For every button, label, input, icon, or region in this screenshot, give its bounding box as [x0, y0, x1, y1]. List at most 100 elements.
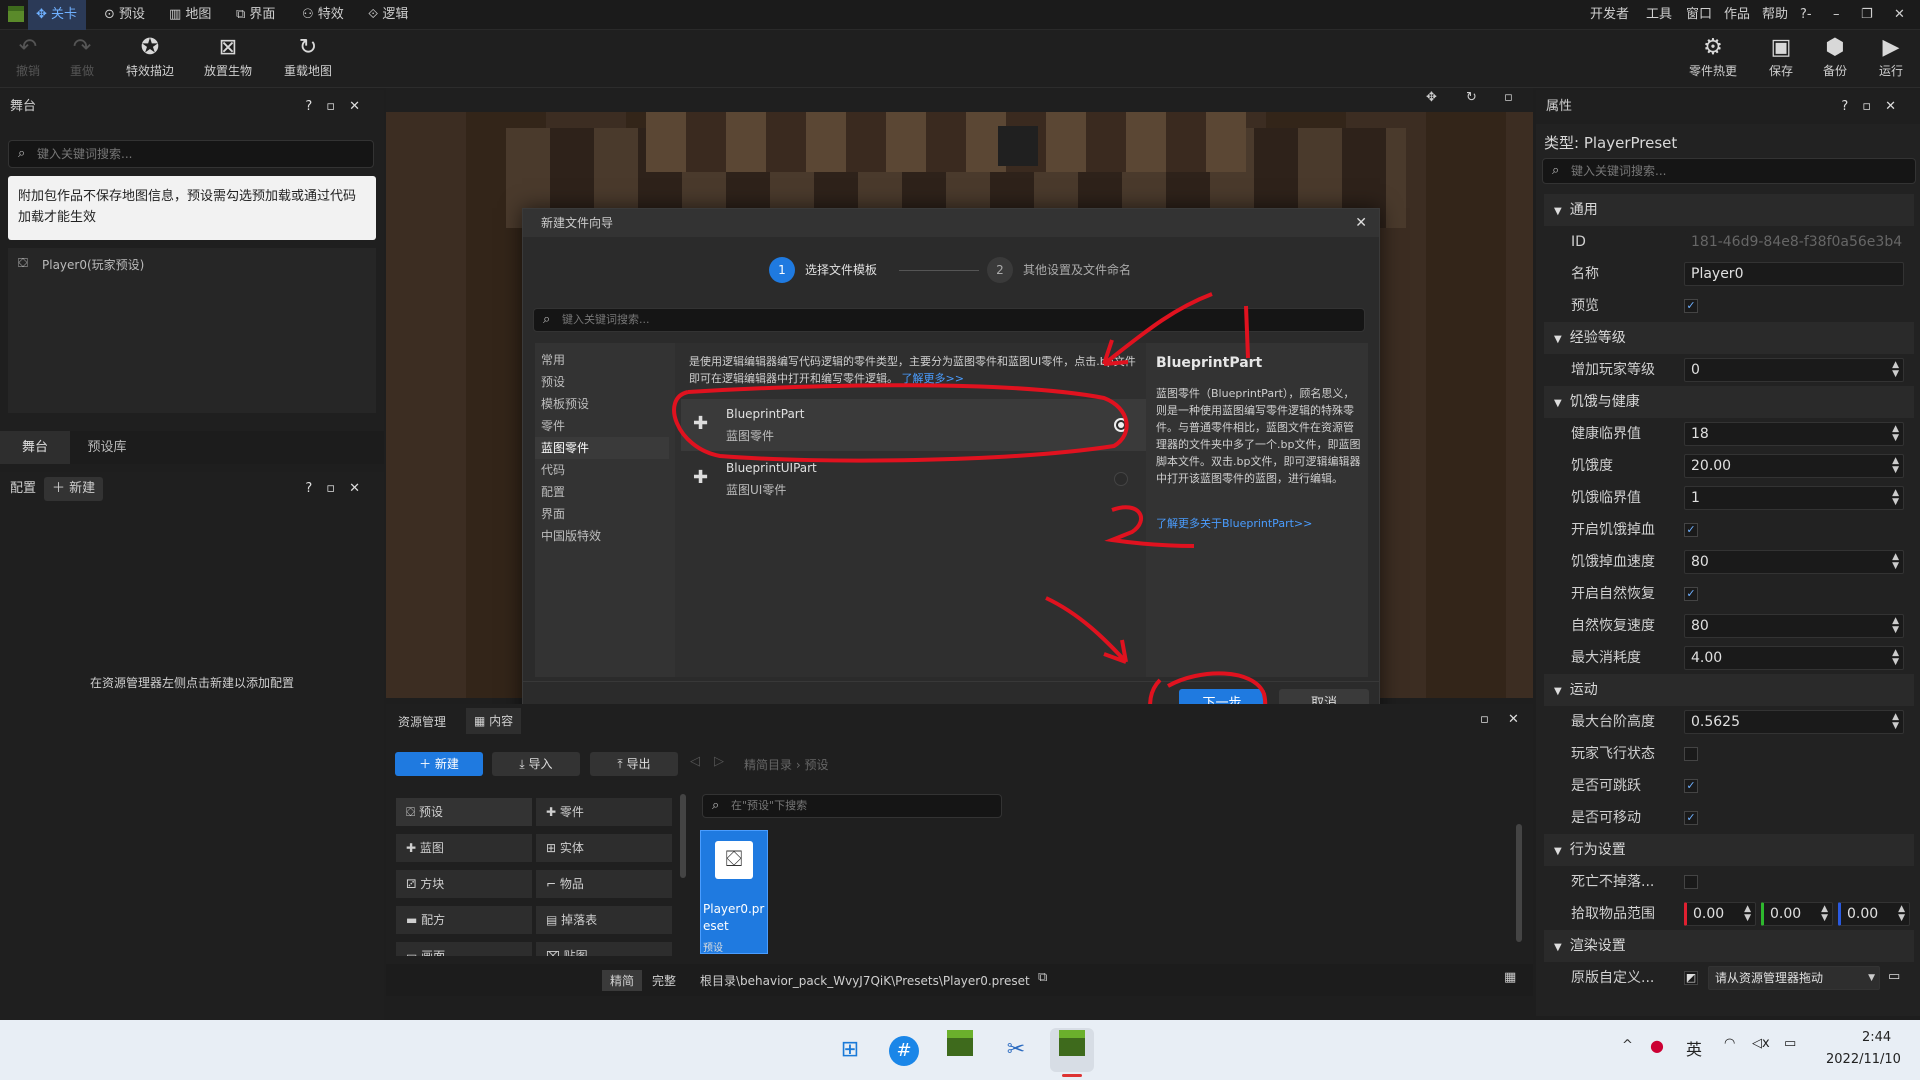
- tab-stage[interactable]: 舞台: [0, 431, 70, 464]
- properties-search-input[interactable]: ⌕ 键入关键词搜索...: [1542, 158, 1916, 184]
- minimize-icon[interactable]: –: [1833, 0, 1840, 30]
- vector-input[interactable]: 0.00 ▲ ▼: [1838, 902, 1910, 926]
- spinner-icon[interactable]: ▲ ▼: [1892, 553, 1899, 571]
- rotate-tool-icon[interactable]: ↻: [1466, 90, 1477, 105]
- tab-map[interactable]: ▥ 地图: [167, 0, 211, 30]
- resource-maximize-icon[interactable]: ▫: [1480, 712, 1489, 727]
- windows-start-icon[interactable]: ⊞: [828, 1028, 872, 1072]
- menu-works[interactable]: 作品: [1724, 0, 1750, 30]
- spinner-icon[interactable]: ▲ ▼: [1892, 361, 1899, 379]
- hashtag-app-icon[interactable]: #: [882, 1028, 926, 1072]
- menu-tools[interactable]: 工具: [1646, 0, 1672, 30]
- wifi-icon[interactable]: ◠: [1724, 1036, 1735, 1051]
- breadcrumb-root[interactable]: 精简目录: [744, 758, 792, 772]
- category-preset[interactable]: 预设: [535, 371, 669, 393]
- property-checkbox[interactable]: ✓: [1684, 811, 1698, 825]
- vector-input[interactable]: 0.00 ▲ ▼: [1684, 902, 1756, 926]
- texture-dropdown[interactable]: 请从资源管理器拖动 ▼: [1708, 966, 1880, 990]
- tree-item-player0[interactable]: ⛋ Player0(玩家预设) .....: [8, 248, 376, 441]
- section-header[interactable]: ▼ 行为设置: [1544, 834, 1914, 866]
- section-header[interactable]: ▼ 渲染设置: [1544, 930, 1914, 962]
- property-checkbox[interactable]: ✓: [1684, 587, 1698, 601]
- panel-controls-icon[interactable]: ?▫✕: [305, 472, 374, 506]
- property-checkbox[interactable]: [1684, 875, 1698, 889]
- move-tool-icon[interactable]: ✥: [1426, 90, 1437, 105]
- vector-input[interactable]: 0.00 ▲ ▼: [1761, 902, 1833, 926]
- detail-learn-more-link[interactable]: 了解更多关于BlueprintPart>>: [1156, 515, 1312, 531]
- tab-effects[interactable]: ⚇ 特效: [300, 0, 344, 30]
- res-category-loot[interactable]: ▤ 掉落表: [536, 906, 672, 934]
- res-category-screen[interactable]: ▭ 画面: [396, 942, 532, 956]
- dialog-search-input[interactable]: ⌕ 键入关键词搜索...: [533, 308, 1365, 332]
- category-template-preset[interactable]: 模板预设: [535, 393, 669, 415]
- section-header[interactable]: ▼ 饥饿与健康: [1544, 386, 1914, 418]
- spinner-icon[interactable]: ▲ ▼: [1898, 905, 1905, 923]
- res-category-recipe[interactable]: ▬ 配方: [396, 906, 532, 934]
- reload-map-button[interactable]: ↻ 重载地图: [273, 34, 343, 79]
- resource-new-button[interactable]: ＋ 新建: [395, 752, 483, 776]
- property-input[interactable]: 80 ▲ ▼: [1684, 614, 1904, 638]
- ime-indicator[interactable]: 英: [1686, 1036, 1702, 1060]
- res-category-entity[interactable]: ⊞ 实体: [536, 834, 672, 862]
- file-scrollbar[interactable]: [1516, 824, 1522, 942]
- tray-qq-icon[interactable]: ●: [1650, 1036, 1664, 1055]
- back-icon[interactable]: ◁: [690, 754, 700, 769]
- property-input[interactable]: 0.5625 ▲ ▼: [1684, 710, 1904, 734]
- resource-search-input[interactable]: ⌕ 在"预设"下搜索: [702, 794, 1002, 818]
- help-dropdown-icon[interactable]: ?-: [1800, 0, 1812, 30]
- category-ui[interactable]: 界面: [535, 503, 669, 525]
- volume-icon[interactable]: ◁x: [1752, 1036, 1770, 1051]
- property-input[interactable]: 4.00 ▲ ▼: [1684, 646, 1904, 670]
- view-mode-simple[interactable]: 精简: [602, 970, 643, 991]
- template-radio-selected[interactable]: [1114, 418, 1128, 432]
- file-tile-player0[interactable]: ⛋ Player0.preset 预设: [700, 830, 768, 954]
- tab-ui[interactable]: ⧉ 界面: [234, 0, 275, 30]
- template-radio[interactable]: [1114, 472, 1128, 486]
- spinner-icon[interactable]: ▲ ▼: [1892, 713, 1899, 731]
- category-common[interactable]: 常用: [535, 349, 669, 371]
- property-input[interactable]: 20.00 ▲ ▼: [1684, 454, 1904, 478]
- category-config[interactable]: 配置: [535, 481, 669, 503]
- learn-more-link[interactable]: 了解更多>>: [902, 372, 964, 385]
- category-blueprint-part[interactable]: 蓝图零件: [535, 437, 669, 459]
- export-button[interactable]: ⤒ 导出: [590, 752, 678, 776]
- spinner-icon[interactable]: ▲ ▼: [1892, 649, 1899, 667]
- menu-window[interactable]: 窗口: [1686, 0, 1712, 30]
- panel-controls-icon[interactable]: ?▫✕: [1841, 90, 1910, 124]
- spinner-icon[interactable]: ▲ ▼: [1892, 425, 1899, 443]
- res-category-texture[interactable]: ⌧ 贴图: [536, 942, 672, 956]
- section-header[interactable]: ▼ 通用: [1544, 194, 1914, 226]
- property-input[interactable]: 1 ▲ ▼: [1684, 486, 1904, 510]
- close-window-icon[interactable]: ✕: [1894, 0, 1905, 30]
- effect-outline-button[interactable]: ✪ 特效描边: [115, 34, 185, 79]
- tab-preset[interactable]: ⊙ 预设: [102, 0, 145, 30]
- section-header[interactable]: ▼ 运动: [1544, 674, 1914, 706]
- import-button[interactable]: ⤓ 导入: [492, 752, 580, 776]
- forward-icon[interactable]: ▷: [714, 754, 724, 769]
- category-code[interactable]: 代码: [535, 459, 669, 481]
- tab-level[interactable]: ✥ 关卡: [28, 0, 86, 30]
- spinner-icon[interactable]: ▲ ▼: [1892, 489, 1899, 507]
- property-checkbox[interactable]: [1684, 747, 1698, 761]
- view-mode-full[interactable]: 完整: [644, 970, 684, 991]
- res-category-block[interactable]: ⚂ 方块: [396, 870, 532, 898]
- battery-icon[interactable]: ▭: [1784, 1036, 1796, 1051]
- section-header[interactable]: ▼ 经验等级: [1544, 322, 1914, 354]
- fullscreen-icon[interactable]: ▫: [1504, 90, 1513, 105]
- snipping-tool-icon[interactable]: ✂: [994, 1028, 1038, 1072]
- resource-close-icon[interactable]: ✕: [1508, 712, 1519, 727]
- res-category-preset[interactable]: ⛋ 预设: [396, 798, 532, 826]
- spinner-icon[interactable]: ▲ ▼: [1892, 617, 1899, 635]
- minecraft-editor-icon[interactable]: [1050, 1028, 1094, 1072]
- template-blueprint-ui-part[interactable]: ✚ BlueprintUIPart 蓝图UI零件: [681, 453, 1146, 505]
- res-category-blueprint[interactable]: ✚ 蓝图: [396, 834, 532, 862]
- redo-button[interactable]: ↷ 重做: [47, 34, 117, 79]
- tab-logic[interactable]: ⟐ 逻辑: [366, 0, 408, 30]
- property-input[interactable]: 181-46d9-84e8-f38f0a56e3b4: [1684, 230, 1904, 254]
- property-input[interactable]: 0 ▲ ▼: [1684, 358, 1904, 382]
- property-checkbox[interactable]: ✓: [1684, 523, 1698, 537]
- property-input[interactable]: 80 ▲ ▼: [1684, 550, 1904, 574]
- spinner-icon[interactable]: ▲ ▼: [1821, 905, 1828, 923]
- category-scrollbar[interactable]: [680, 794, 686, 878]
- dialog-close-icon[interactable]: ✕: [1355, 209, 1367, 237]
